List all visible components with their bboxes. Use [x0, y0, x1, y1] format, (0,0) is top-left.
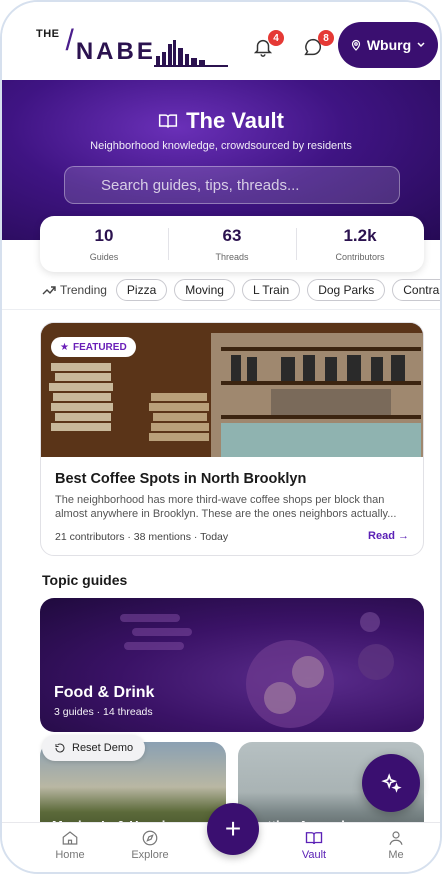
stat-value: 63 — [222, 226, 242, 245]
read-link[interactable]: Read → — [368, 530, 409, 542]
stat-label: Guides — [89, 252, 119, 262]
reset-demo-button[interactable]: Reset Demo — [42, 735, 146, 761]
location-selector[interactable]: Wburg — [338, 22, 438, 68]
section-title: Topic guides — [42, 572, 128, 588]
nav-me[interactable]: Me — [366, 829, 426, 861]
featured-meta: 21 contributors · 38 mentions · Today — [55, 531, 229, 543]
nav-label: Home — [55, 849, 85, 861]
nav-home[interactable]: Home — [40, 829, 100, 861]
app-logo[interactable]: THE / NABE — [36, 24, 156, 66]
page-subtitle: Neighborhood knowledge, crowdsourced by … — [90, 140, 352, 152]
page-title: The Vault — [2, 108, 440, 134]
skyline-icon — [154, 40, 228, 67]
stat-guides: 10 Guides — [40, 216, 168, 272]
nav-explore[interactable]: Explore — [120, 829, 180, 861]
logo-slash: / — [65, 24, 74, 57]
create-post-button[interactable]: + — [207, 803, 259, 855]
star-icon: ★ — [60, 341, 69, 353]
search-input[interactable]: Search guides, tips, threads... — [64, 166, 400, 204]
reset-icon — [55, 743, 65, 753]
reset-demo-label: Reset Demo — [72, 742, 134, 754]
trending-chip[interactable]: Pizza — [115, 279, 168, 301]
logo-nabe: NABE — [75, 38, 156, 65]
stat-value: 10 — [94, 226, 114, 245]
notifications-badge: 4 — [268, 30, 284, 46]
location-label: Wburg — [366, 37, 412, 53]
chevron-down-icon — [417, 42, 425, 48]
featured-guide-card[interactable]: ★ FEATURED Best Coffee Spots in North Br… — [40, 322, 424, 556]
featured-badge: ★ FEATURED — [51, 337, 136, 357]
search-placeholder: Search guides, tips, threads... — [101, 177, 300, 194]
topic-card-food[interactable]: Food & Drink 3 guides · 14 threads — [40, 598, 424, 732]
logo-the: THE — [36, 28, 60, 40]
sparkle-icon — [381, 773, 402, 793]
top-bar: THE / NABE 4 8 Wburg — [2, 2, 440, 88]
topic-meta: 3 guides · 14 threads — [54, 706, 153, 718]
topic-title: Food & Drink — [54, 684, 155, 701]
ai-assistant-button[interactable] — [362, 754, 420, 812]
notifications-button[interactable]: 4 — [252, 30, 284, 62]
stat-label: Contributors — [335, 252, 385, 262]
messages-button[interactable]: 8 — [302, 30, 334, 62]
location-pin-icon — [351, 39, 360, 51]
trending-row: Trending Pizza Moving L Train Dog Parks … — [42, 279, 440, 301]
nav-vault[interactable]: Vault — [284, 829, 344, 861]
stat-label: Threads — [215, 252, 249, 262]
trending-icon — [42, 286, 56, 295]
phone-frame: THE / NABE 4 8 Wburg The Vault Neighborh… — [0, 0, 442, 874]
bottom-nav: Home Explore + Vault Me — [2, 803, 440, 872]
home-icon — [62, 831, 78, 845]
compass-icon — [142, 830, 158, 846]
nav-label: Explore — [131, 849, 169, 861]
book-icon — [159, 114, 178, 128]
featured-badge-text: FEATURED — [72, 341, 127, 353]
stat-value: 1.2k — [343, 226, 377, 245]
page-title-text: The Vault — [186, 108, 284, 133]
featured-image: ★ FEATURED — [41, 323, 423, 457]
book-icon — [305, 832, 323, 845]
person-icon — [389, 831, 403, 845]
trending-chip[interactable]: Contra — [392, 279, 440, 301]
trending-label: Trending — [42, 283, 107, 297]
stat-contributors: 1.2k Contributors — [296, 216, 424, 272]
divider — [2, 309, 440, 310]
nav-label: Vault — [301, 849, 327, 861]
stat-threads: 63 Threads — [168, 216, 296, 272]
trending-chip[interactable]: Dog Parks — [307, 279, 386, 301]
trending-chip[interactable]: L Train — [241, 279, 301, 301]
nav-label: Me — [388, 849, 404, 861]
featured-description: The neighborhood has more third-wave cof… — [55, 494, 397, 520]
trending-chip[interactable]: Moving — [174, 279, 235, 301]
featured-title: Best Coffee Spots in North Brooklyn — [55, 471, 307, 487]
stats-card: 10 Guides 63 Threads 1.2k Contributors — [40, 216, 424, 272]
trending-label-text: Trending — [60, 283, 107, 297]
messages-badge: 8 — [318, 30, 334, 46]
